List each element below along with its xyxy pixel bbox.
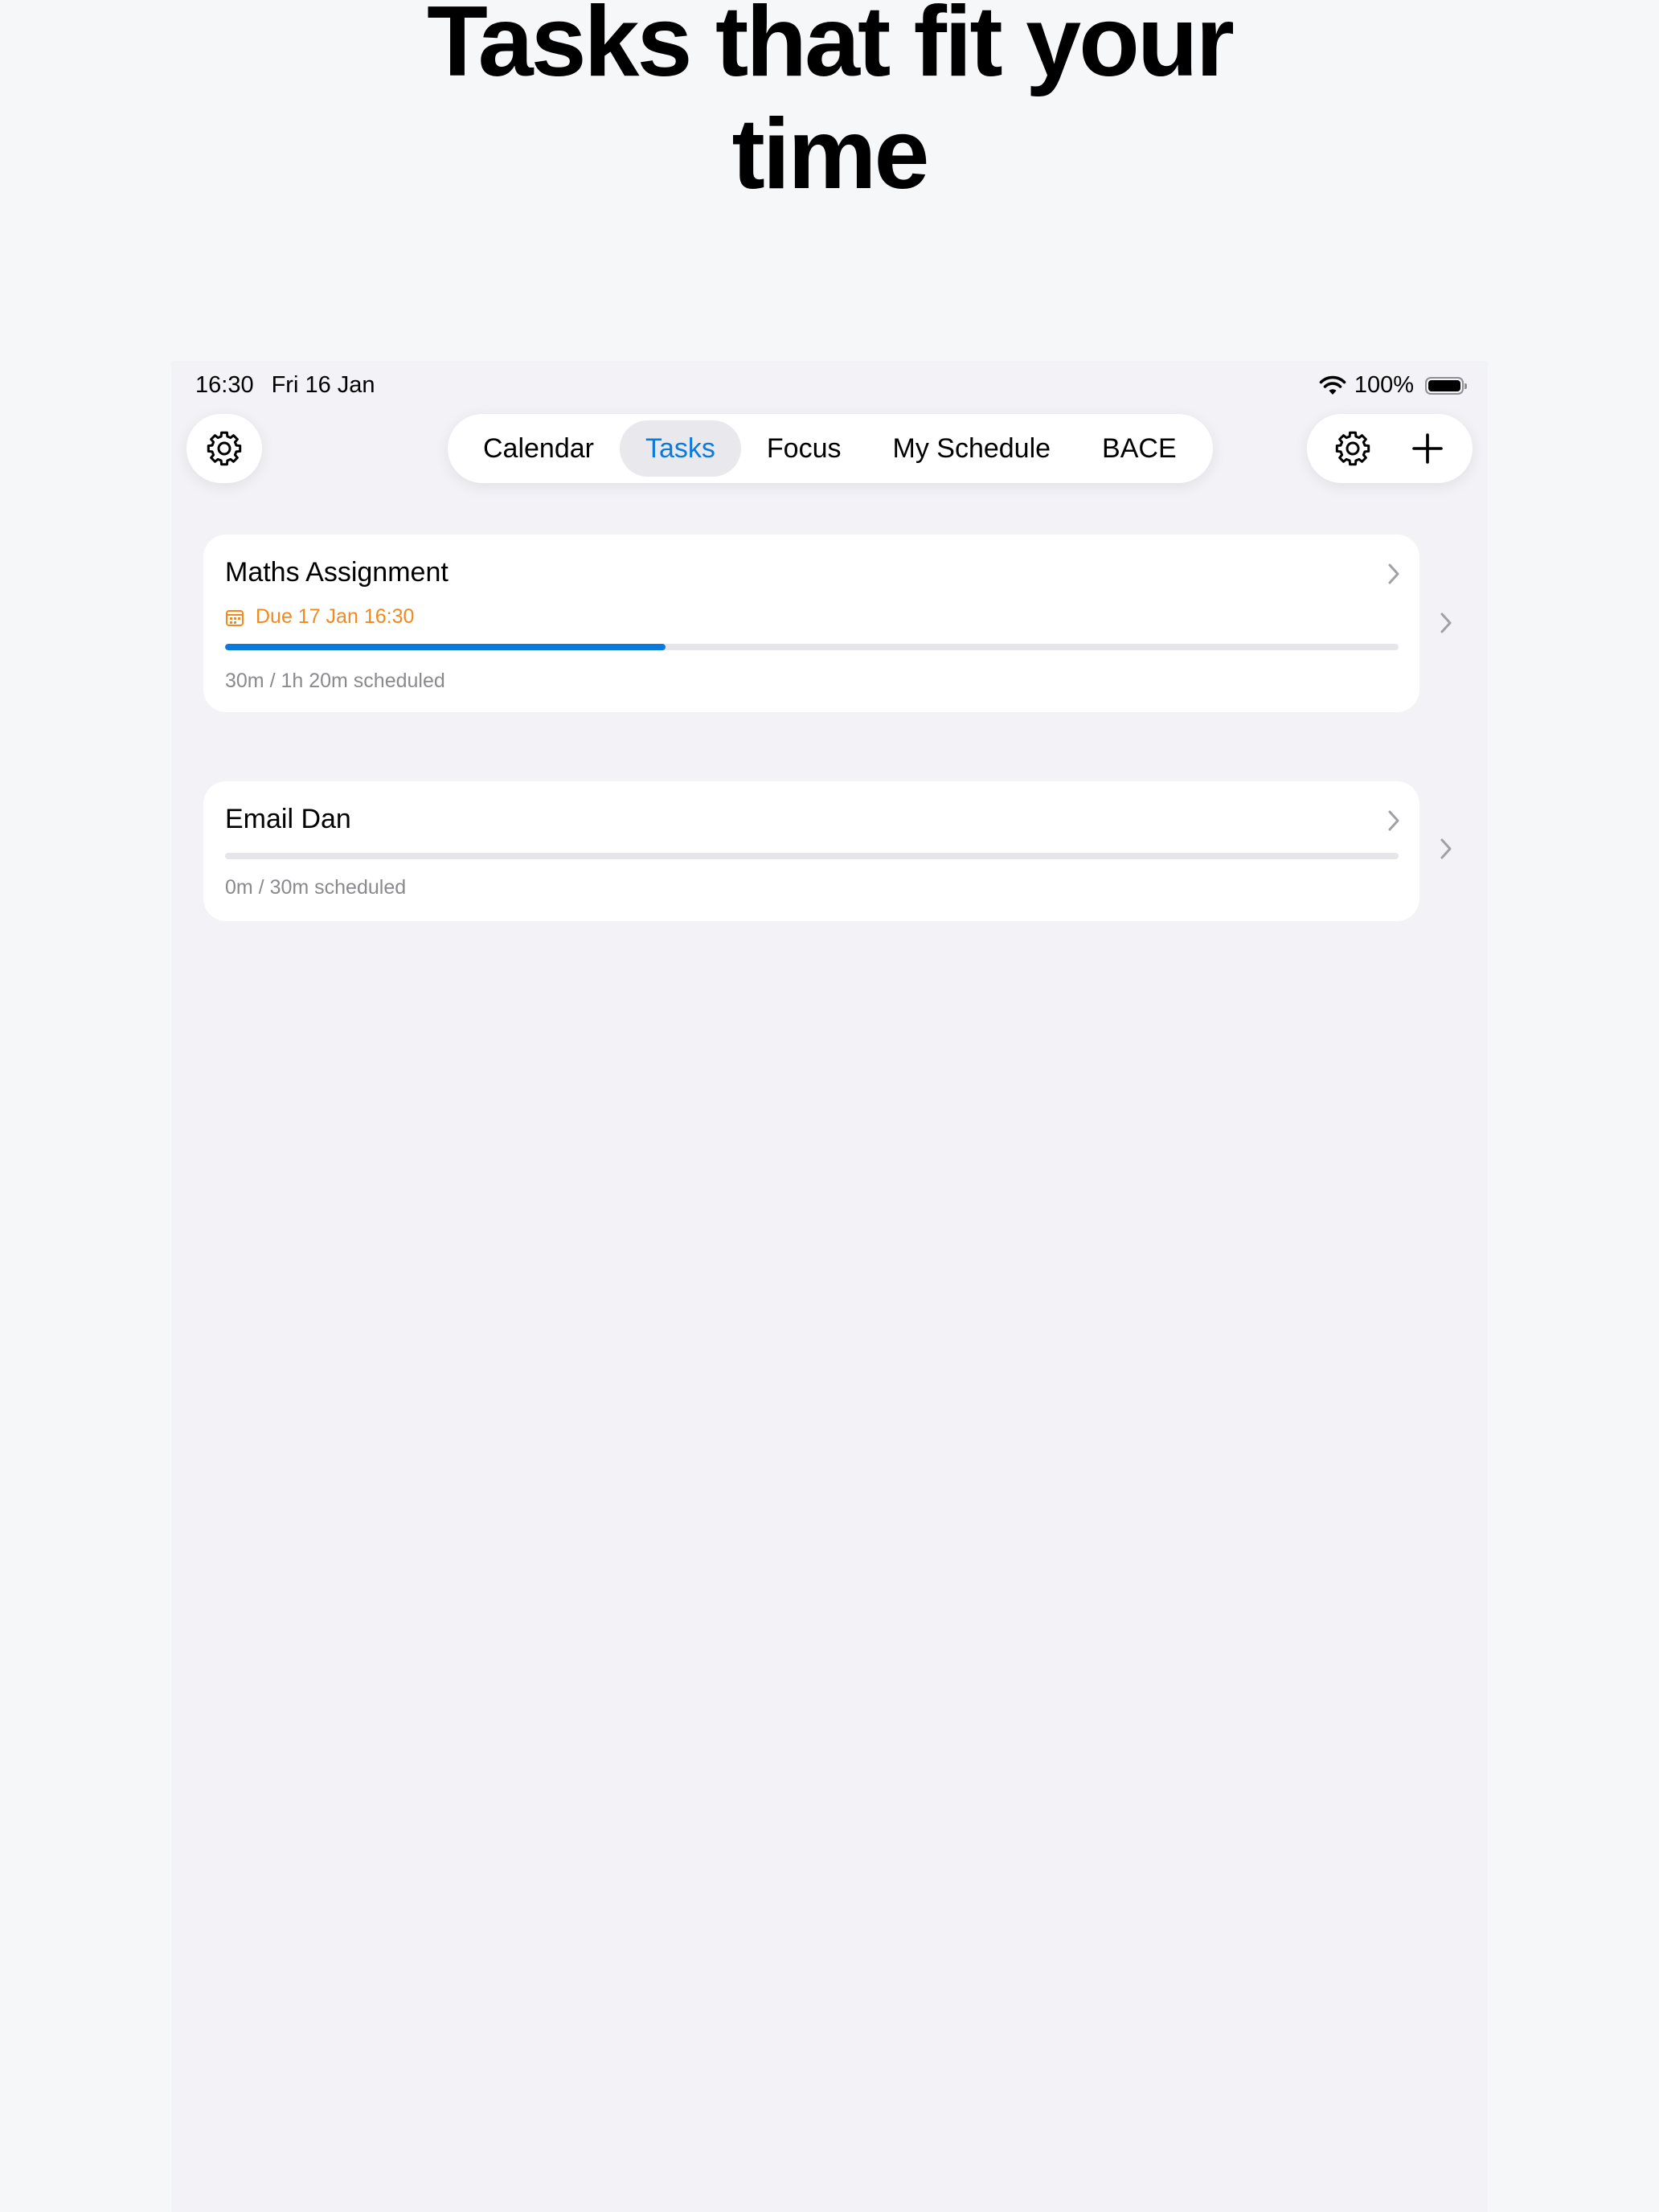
headline: Tasks that fit your time (0, 0, 1659, 211)
task-progress-track (225, 853, 1399, 859)
plus-icon (1411, 433, 1443, 464)
chevron-right-icon (1388, 563, 1399, 584)
device-screen: 16:30 Fri 16 Jan 100% Calendar Tasks Foc… (171, 361, 1488, 2212)
headline-line-2: time (731, 99, 930, 210)
task-progress-track (225, 644, 1399, 650)
gear-icon (207, 431, 242, 466)
status-time: 16:30 (195, 372, 254, 398)
toolbar-right (1307, 414, 1473, 483)
chevron-right-icon[interactable] (1438, 611, 1454, 635)
tab-calendar[interactable]: Calendar (457, 420, 620, 477)
calendar-icon (226, 609, 244, 626)
task-scheduled-text: 30m / 1h 20m scheduled (225, 670, 445, 692)
tab-tasks[interactable]: Tasks (619, 420, 741, 477)
status-date: Fri 16 Jan (271, 372, 375, 398)
battery-percentage: 100% (1354, 372, 1414, 398)
chevron-right-icon[interactable] (1438, 837, 1454, 861)
tab-my-schedule[interactable]: My Schedule (867, 420, 1077, 477)
task-card-maths-assignment[interactable]: Maths Assignment Due 17 Jan 16:30 30m / … (203, 535, 1419, 712)
wifi-icon (1319, 375, 1346, 395)
gear-icon (1335, 431, 1370, 466)
task-scheduled-text: 0m / 30m scheduled (225, 876, 407, 899)
tab-bace[interactable]: BACE (1076, 420, 1202, 477)
settings-button-left[interactable] (186, 414, 262, 483)
chevron-right-icon (1388, 810, 1399, 831)
tab-bar: Calendar Tasks Focus My Schedule BACE (448, 414, 1213, 483)
tab-focus[interactable]: Focus (741, 420, 867, 477)
status-bar-left: 16:30 Fri 16 Jan (195, 372, 375, 399)
task-card-email-dan[interactable]: Email Dan 0m / 30m scheduled (203, 781, 1419, 921)
status-bar-right: 100% (1319, 372, 1467, 399)
headline-line-1: Tasks that fit your (427, 0, 1235, 97)
task-progress-fill (225, 644, 666, 650)
task-due-row: Due 17 Jan 16:30 (225, 605, 414, 629)
battery-fill (1428, 379, 1460, 391)
battery-icon (1425, 376, 1467, 395)
task-title: Maths Assignment (225, 557, 449, 588)
task-title: Email Dan (225, 804, 351, 834)
settings-button-right[interactable] (1321, 416, 1385, 481)
task-due-text: Due 17 Jan 16:30 (256, 605, 415, 628)
add-task-button[interactable] (1395, 416, 1460, 481)
